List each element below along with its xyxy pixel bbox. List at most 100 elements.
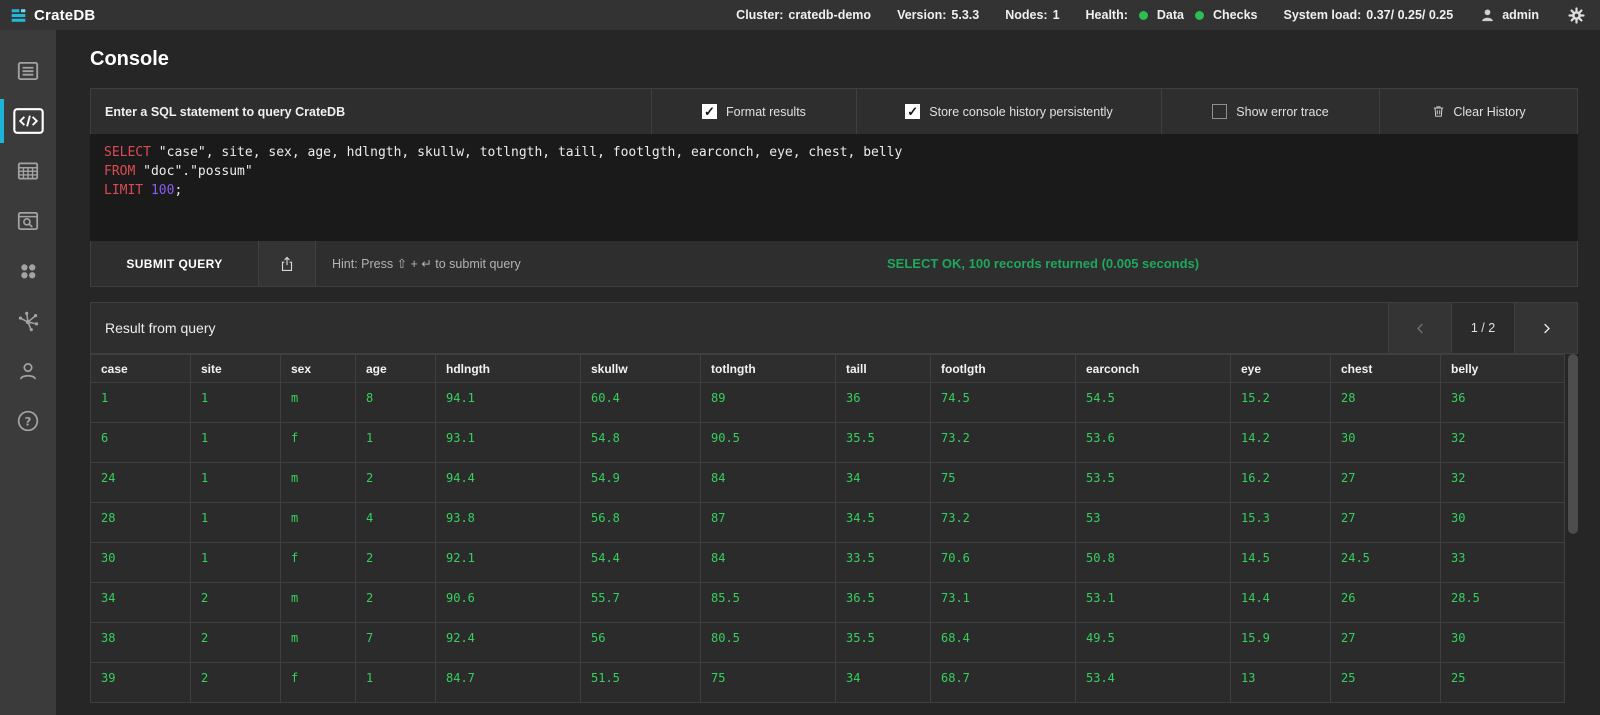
table-cell: 56 <box>580 622 701 663</box>
svg-text:?: ? <box>25 414 32 428</box>
table-cell: 92.1 <box>435 542 581 583</box>
table-cell: 2 <box>190 582 281 623</box>
table-cell: 89 <box>700 382 836 423</box>
sql-line: LIMIT 100; <box>104 183 183 198</box>
health-checks-label: Checks <box>1213 8 1258 22</box>
sidebar-item-console[interactable] <box>0 96 56 146</box>
table-scrollbar[interactable] <box>1568 354 1578 706</box>
share-query-button[interactable] <box>259 241 316 286</box>
table-cell: 27 <box>1330 462 1441 503</box>
share-icon <box>278 255 296 273</box>
table-cell: 90.5 <box>700 422 836 463</box>
clear-history-button[interactable]: Clear History <box>1379 89 1577 134</box>
table-cell: 4 <box>355 502 436 543</box>
help-icon: ? <box>15 408 41 434</box>
option-store-history[interactable]: Store console history persistently <box>856 89 1161 134</box>
table-cell: 1 <box>190 502 281 543</box>
results-panel: Result from query 1 / 2 case site sex age hd… <box>90 302 1578 706</box>
table-cell: 74.5 <box>930 382 1076 423</box>
query-status-message: SELECT OK, 100 records returned (0.005 s… <box>887 256 1200 271</box>
table-cell: 28.5 <box>1440 582 1565 623</box>
chevron-right-icon <box>1539 321 1554 336</box>
table-cell: m <box>280 622 356 663</box>
table-cell: 1 <box>190 422 281 463</box>
column-header: footlgth <box>930 354 1076 383</box>
version-value: 5.3.3 <box>951 8 980 22</box>
user-menu[interactable]: admin <box>1479 7 1539 24</box>
table-cell: 60.4 <box>580 382 701 423</box>
table-cell: 25 <box>1440 662 1565 703</box>
nodes-label: Nodes: <box>1005 8 1048 22</box>
option-format-results[interactable]: Format results <box>651 89 856 134</box>
show-error-trace-checkbox[interactable] <box>1212 104 1228 119</box>
table-cell: 80.5 <box>700 622 836 663</box>
table-header-row: case site sex age hdlngth skullw totlngth taill… <box>90 354 1565 383</box>
table-cell: 50.8 <box>1075 542 1231 583</box>
health-info: Health: Data Checks <box>1086 8 1258 22</box>
brand-text: CrateDB <box>34 6 96 24</box>
table-cell: 49.5 <box>1075 622 1231 663</box>
table-cell: 6 <box>90 422 191 463</box>
option-show-error-trace[interactable]: Show error trace <box>1161 89 1379 134</box>
table-cell: 13 <box>1230 662 1331 703</box>
previous-page-button[interactable] <box>1388 303 1451 353</box>
column-header: age <box>355 354 436 383</box>
shards-dots-icon <box>15 258 41 284</box>
table-cell: 15.2 <box>1230 382 1331 423</box>
store-history-checkbox[interactable] <box>905 104 921 120</box>
sidebar-item-privileges[interactable] <box>0 346 56 396</box>
sidebar-item-help[interactable]: ? <box>0 396 56 446</box>
table-cell: 36.5 <box>835 582 931 623</box>
submit-query-button[interactable]: SUBMIT QUERY <box>91 241 259 286</box>
settings-button[interactable] <box>1567 6 1586 25</box>
table-cell: 28 <box>1330 382 1441 423</box>
column-header: sex <box>280 354 356 383</box>
column-header: taill <box>835 354 931 383</box>
sidebar-item-browse[interactable] <box>0 196 56 246</box>
format-results-checkbox[interactable] <box>702 104 718 120</box>
sidebar-item-tables[interactable] <box>0 146 56 196</box>
clear-history-label: Clear History <box>1453 104 1526 119</box>
system-load-info: System load: 0.37/ 0.25/ 0.25 <box>1283 8 1453 22</box>
cratedb-logo[interactable]: CrateDB <box>10 7 95 24</box>
table-cell: m <box>280 382 356 423</box>
table-cell: 14.2 <box>1230 422 1331 463</box>
sql-editor-label: Enter a SQL statement to query CrateDB <box>105 104 346 119</box>
table-cell: 53.5 <box>1075 462 1231 503</box>
table-cell: 1 <box>355 662 436 703</box>
table-cell: 84.7 <box>435 662 581 703</box>
tables-icon <box>15 158 41 184</box>
table-cell: f <box>280 422 356 463</box>
column-header: belly <box>1440 354 1565 383</box>
table-cell: 53.1 <box>1075 582 1231 623</box>
username: admin <box>1502 8 1539 22</box>
cluster-info: Cluster: cratedb-demo <box>736 8 871 22</box>
table-cell: 34 <box>90 582 191 623</box>
table-cell: 2 <box>190 662 281 703</box>
sidebar-item-shards[interactable] <box>0 246 56 296</box>
table-row: 34 2 m 2 90.6 55.7 85.5 36.5 73.1 53.1 14.4 26 28.5 <box>90 582 1565 623</box>
query-panel-header: Enter a SQL statement to query CrateDB F… <box>90 88 1578 134</box>
table-cell: 53.6 <box>1075 422 1231 463</box>
health-data-dot-icon <box>1138 10 1148 20</box>
table-row: 28 1 m 4 93.8 56.8 87 34.5 73.2 53 15.3 27 30 <box>90 502 1565 543</box>
sql-editor[interactable]: SELECT "case", site, sex, age, hdlngth, … <box>90 134 1578 241</box>
table-cell: 14.5 <box>1230 542 1331 583</box>
sidebar-item-cluster[interactable] <box>0 296 56 346</box>
submit-row: SUBMIT QUERY Hint: Press ⇧ + ↵ to submit… <box>90 241 1578 287</box>
table-cell: 2 <box>355 582 436 623</box>
column-header: skullw <box>580 354 701 383</box>
scrollbar-thumb[interactable] <box>1568 354 1578 534</box>
table-cell: 25 <box>1330 662 1441 703</box>
sidebar-item-overview[interactable] <box>0 46 56 96</box>
table-cell: 85.5 <box>700 582 836 623</box>
table-cell: 15.3 <box>1230 502 1331 543</box>
table-cell: 53.4 <box>1075 662 1231 703</box>
page-indicator: 1 / 2 <box>1451 303 1514 353</box>
table-cell: 34 <box>835 462 931 503</box>
next-page-button[interactable] <box>1514 303 1577 353</box>
table-cell: 73.1 <box>930 582 1076 623</box>
table-cell: 73.2 <box>930 422 1076 463</box>
table-cell: 75 <box>700 662 836 703</box>
submit-hint: Hint: Press ⇧ + ↵ to submit query <box>332 257 521 271</box>
